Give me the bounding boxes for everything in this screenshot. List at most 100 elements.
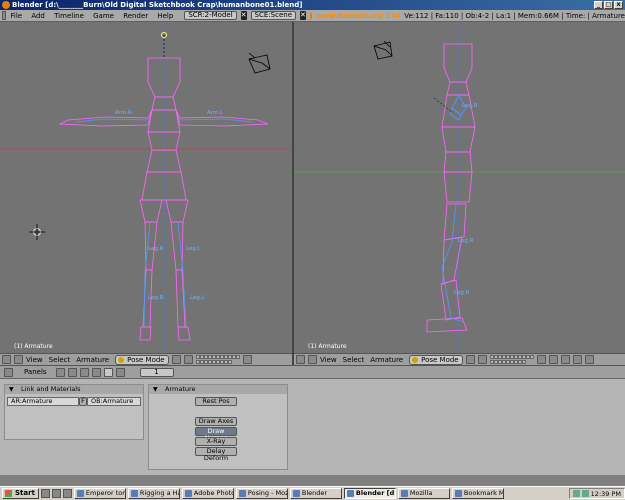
mode-selector[interactable]: Pose Mode <box>409 354 463 365</box>
menu-file[interactable]: File <box>10 12 22 20</box>
menu-timeline[interactable]: Timeline <box>54 12 84 20</box>
front-armature-drawing: Leg.R Leg.L Leg.R Leg.L Arm.R Arm.L <box>0 22 292 353</box>
tray-icon[interactable] <box>572 490 580 497</box>
bone-label: Arm.L <box>207 110 224 116</box>
collapse-header-icon[interactable] <box>308 355 317 364</box>
taskbar-item-active[interactable]: Blender [d:\... <box>343 488 396 499</box>
menu-help[interactable]: Help <box>157 12 173 20</box>
panel-title[interactable]: Link and Materials <box>5 385 143 394</box>
window-type-icon[interactable] <box>4 367 13 377</box>
3d-viewport-side[interactable]: Leg.R Leg.R Leg.R (1) Armature <box>294 22 625 353</box>
window-title: Blender [d:\_______Burn\Old Digital Sket… <box>12 1 303 9</box>
3d-view-header-right: View Select Armature Pose Mode <box>294 353 625 365</box>
menu-render[interactable]: Render <box>123 12 148 20</box>
window-type-icon[interactable] <box>2 355 11 364</box>
bone-label: Leg.L <box>186 246 202 252</box>
buttons-window-header: Panels 1 <box>0 365 625 379</box>
taskbar-item[interactable]: Adobe Photoshop <box>181 488 234 499</box>
lamp-camera-icon <box>373 40 393 60</box>
menu-view[interactable]: View <box>26 356 43 364</box>
taskbar-item[interactable]: Rigging a Hand... <box>127 488 180 499</box>
bone-label: Leg.R <box>148 246 164 252</box>
quick-launch-icon[interactable] <box>40 489 50 498</box>
shading-context-icon[interactable] <box>79 367 89 377</box>
bone-label: Leg.L <box>190 295 206 301</box>
menu-armature[interactable]: Armature <box>76 356 109 364</box>
mode-selector[interactable]: Pose Mode <box>115 354 169 365</box>
layer-buttons[interactable] <box>195 355 240 364</box>
draw-type-icon[interactable] <box>465 355 475 364</box>
taskbar-item[interactable]: Blender <box>289 488 342 499</box>
clock[interactable]: 12:39 PM <box>591 490 621 498</box>
pivot-icon[interactable] <box>183 355 193 364</box>
scene-context-icon[interactable] <box>115 367 125 377</box>
panel-title[interactable]: Armature <box>149 385 287 394</box>
info-header: File Add Timeline Game Render Help SCR:2… <box>0 10 625 22</box>
object-context-icon[interactable] <box>91 367 101 377</box>
delay-deform-button[interactable]: Delay Deform <box>195 447 237 462</box>
menu-select[interactable]: Select <box>49 356 71 364</box>
bone-label: Leg.R <box>454 290 470 296</box>
3d-viewport-front[interactable]: Leg.R Leg.L Leg.R Leg.L Arm.R Arm.L (1) … <box>0 22 292 353</box>
3d-cursor-icon <box>29 224 45 240</box>
pivot-icon[interactable] <box>477 355 487 364</box>
window-titlebar: Blender [d:\_______Burn\Old Digital Sket… <box>0 0 625 10</box>
lock-icon[interactable] <box>242 355 252 364</box>
3d-view-header-left: View Select Armature Pose Mode <box>0 353 292 365</box>
draw-names-button[interactable]: Draw Names <box>195 427 237 442</box>
draw-axes-button[interactable]: Draw Axes <box>195 417 237 426</box>
collapse-header-icon[interactable] <box>14 355 23 364</box>
quick-launch-icon[interactable] <box>62 489 72 498</box>
window-type-icon[interactable] <box>296 355 305 364</box>
menu-add[interactable]: Add <box>31 12 45 20</box>
close-window-button[interactable]: x <box>614 1 623 9</box>
layer-buttons[interactable] <box>489 355 534 364</box>
xray-button[interactable]: X-Ray <box>195 437 237 446</box>
bone-label: Leg.R <box>462 103 478 109</box>
delete-scene-button[interactable]: ✕ <box>300 11 306 20</box>
editing-context-icon[interactable] <box>103 367 113 377</box>
menu-select[interactable]: Select <box>343 356 365 364</box>
lock-icon[interactable] <box>536 355 546 364</box>
script-context-icon[interactable] <box>67 367 77 377</box>
blender-url: www.blender.org 234 <box>316 11 401 20</box>
menu-game[interactable]: Game <box>93 12 114 20</box>
maximize-button[interactable]: □ <box>604 1 613 9</box>
object-name-field[interactable]: OB:Armature <box>87 397 141 406</box>
frame-field[interactable]: 1 <box>139 367 174 377</box>
start-button[interactable]: Start <box>2 488 39 499</box>
bone-label: Leg.R <box>148 295 164 301</box>
quick-launch-icon[interactable] <box>51 489 61 498</box>
screen-selector[interactable]: SCR:2-Model <box>184 11 237 20</box>
taskbar-item[interactable]: Posing - Mozilla <box>235 488 288 499</box>
taskbar-item[interactable]: Emperor tomat... <box>73 488 126 499</box>
armature-panel: Armature Rest Pos Draw Axes Draw Names X… <box>148 384 288 470</box>
minimize-button[interactable]: _ <box>594 1 603 9</box>
lamp-camera-icon <box>248 52 271 74</box>
draw-type-icon[interactable] <box>171 355 181 364</box>
taskbar-item[interactable]: Mozilla <box>397 488 450 499</box>
taskbar-item[interactable]: Bookmark Mana... <box>451 488 504 499</box>
rest-pos-button[interactable]: Rest Pos <box>195 397 237 406</box>
windows-taskbar: Start Emperor tomat... Rigging a Hand...… <box>0 486 625 500</box>
blender-logo-icon <box>2 1 10 9</box>
viewport-object-label: (1) Armature <box>308 343 347 350</box>
menu-armature[interactable]: Armature <box>370 356 403 364</box>
arrow-down-icon[interactable] <box>560 355 570 364</box>
camera-icon[interactable] <box>584 355 594 364</box>
delete-screen-button[interactable]: ✕ <box>240 11 247 20</box>
scene-stats: Ve:112 | Fa:110 | Ob:4-2 | La:1 | Mem:0.… <box>404 11 625 20</box>
window-type-menu-icon[interactable] <box>2 11 7 20</box>
scene-selector[interactable]: SCE:Scene <box>250 11 297 20</box>
side-armature-drawing: Leg.R Leg.R Leg.R <box>294 22 625 353</box>
bone-label: Arm.R <box>115 110 132 116</box>
bone-label: Leg.R <box>458 238 474 244</box>
armature-data-field[interactable]: AR:Armature <box>7 397 79 406</box>
arrow-up-icon[interactable] <box>572 355 582 364</box>
menu-view[interactable]: View <box>320 356 337 364</box>
logic-context-icon[interactable] <box>55 367 65 377</box>
tray-icon[interactable] <box>581 490 589 497</box>
render-icon[interactable] <box>548 355 558 364</box>
fake-user-button[interactable]: F <box>79 397 87 406</box>
menu-panels[interactable]: Panels <box>24 368 47 376</box>
